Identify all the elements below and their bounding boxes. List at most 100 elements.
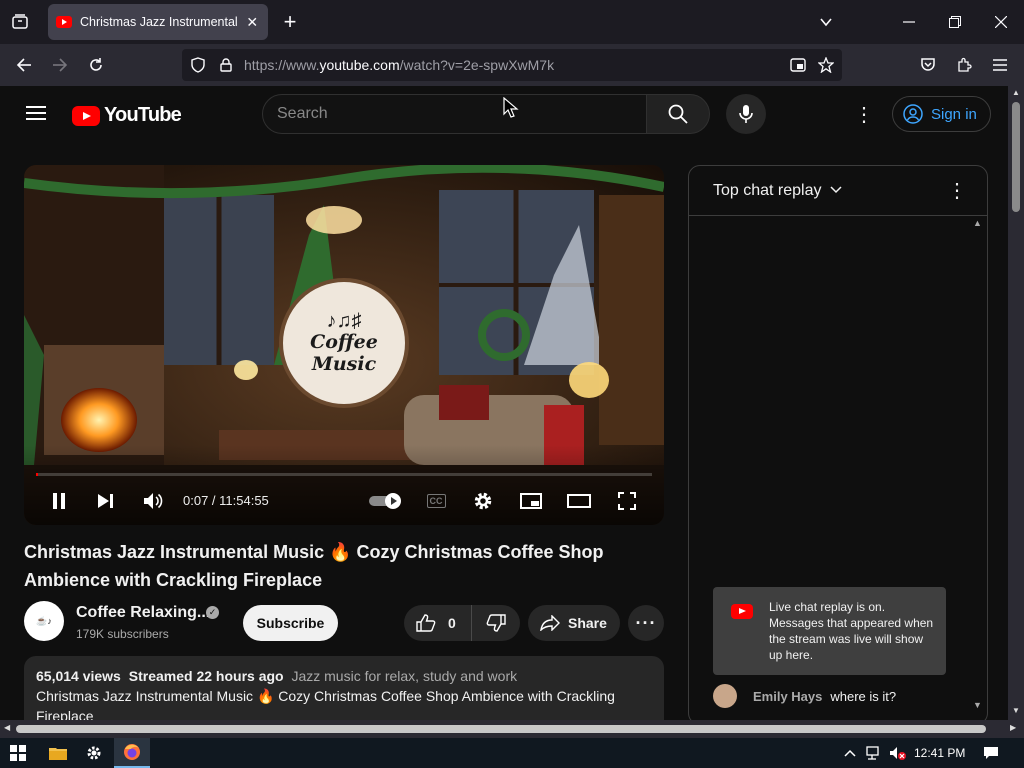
chat-more-icon[interactable]: ⋮: [947, 178, 967, 203]
vertical-scroll-thumb[interactable]: [1012, 102, 1020, 212]
horizontal-scroll-thumb[interactable]: [16, 725, 986, 733]
live-chat-panel: Top chat replay ⋮ ▲ Live chat replay is …: [688, 165, 988, 720]
page-horizontal-scrollbar[interactable]: ◀ ▶: [0, 720, 1024, 738]
theater-mode-icon[interactable]: [567, 489, 591, 513]
more-horizontal-icon: ···: [635, 612, 657, 633]
video-title: Christmas Jazz Instrumental Music 🔥 Cozy…: [24, 542, 604, 590]
chat-scroll-down-icon[interactable]: ▼: [973, 700, 982, 710]
show-hidden-icons-icon[interactable]: [838, 738, 862, 768]
network-icon[interactable]: [862, 738, 886, 768]
forward-icon[interactable]: [46, 51, 74, 79]
subtitles-cc-label: CC: [426, 494, 446, 508]
taskbar-clock[interactable]: 12:41 PM: [914, 746, 965, 760]
miniplayer-icon[interactable]: [519, 489, 543, 513]
app-menu-icon[interactable]: [986, 51, 1014, 79]
share-button[interactable]: Share: [528, 605, 620, 641]
windows-start-icon[interactable]: [0, 738, 36, 768]
microphone-icon: [739, 105, 753, 123]
close-window-icon[interactable]: [987, 8, 1015, 36]
back-icon[interactable]: [10, 51, 38, 79]
sign-in-label: Sign in: [931, 105, 977, 123]
url-text[interactable]: https://www.youtube.com/watch?v=2e-spwXw…: [244, 57, 554, 73]
lock-icon[interactable]: [212, 51, 240, 79]
subscriber-count: 179K subscribers: [76, 627, 169, 641]
firefox-taskbar-icon[interactable]: [114, 738, 150, 768]
scroll-down-arrow-icon[interactable]: ▼: [1012, 706, 1020, 715]
youtube-logo[interactable]: YouTube: [72, 104, 182, 127]
share-label: Share: [568, 615, 607, 631]
settings-more-icon[interactable]: ⋮: [850, 100, 878, 128]
subtitles-button[interactable]: CC: [424, 489, 448, 513]
like-button[interactable]: 0: [404, 605, 472, 641]
volume-muted-icon[interactable]: [886, 738, 910, 768]
search-button[interactable]: [646, 94, 710, 134]
pocket-icon[interactable]: [914, 51, 942, 79]
search-input[interactable]: [277, 105, 617, 123]
next-video-icon[interactable]: [94, 489, 118, 513]
page-vertical-scrollbar[interactable]: ▲ ▼: [1008, 86, 1024, 720]
description-box[interactable]: 65,014 views Streamed 22 hours ago Jazz …: [24, 656, 664, 720]
settings-gear-taskbar-icon[interactable]: [76, 738, 112, 768]
chat-header: Top chat replay ⋮: [689, 166, 987, 216]
settings-gear-icon[interactable]: [471, 489, 495, 513]
progress-fill: [36, 473, 38, 476]
tab-close-icon[interactable]: ✕: [245, 14, 260, 31]
sign-in-button[interactable]: Sign in: [892, 96, 991, 132]
video-player[interactable]: ♪♫♯ Coffee Music 0:07 / 11:54:55 CC: [24, 165, 664, 525]
scroll-up-arrow-icon[interactable]: ▲: [1012, 88, 1020, 97]
youtube-wordmark: YouTube: [104, 104, 182, 126]
search-box[interactable]: [262, 94, 648, 134]
like-count: 0: [448, 615, 456, 631]
scroll-left-arrow-icon[interactable]: ◀: [4, 723, 10, 732]
reload-icon[interactable]: [82, 51, 110, 79]
account-circle-icon: [903, 104, 923, 124]
progress-bar[interactable]: [36, 473, 652, 476]
thumbs-down-icon: [486, 614, 506, 632]
chat-message-text: where is it?: [830, 688, 897, 704]
description-tagline[interactable]: Jazz music for relax, study and work: [291, 668, 517, 684]
restore-icon[interactable]: [941, 8, 969, 36]
chat-author-avatar[interactable]: [713, 684, 737, 708]
tracking-shield-icon[interactable]: [184, 51, 212, 79]
pause-icon[interactable]: [47, 489, 71, 513]
dislike-button[interactable]: [472, 605, 520, 641]
voice-search-button[interactable]: [726, 94, 766, 134]
chat-scroll-up-icon[interactable]: ▲: [973, 218, 982, 228]
channel-row: ☕♪ Coffee Relaxing... ✓ 179K subscribers…: [24, 600, 664, 644]
new-tab-icon[interactable]: +: [276, 8, 304, 36]
like-dislike-group: 0: [404, 605, 520, 641]
channel-name[interactable]: Coffee Relaxing...: [76, 604, 210, 622]
address-bar[interactable]: https://www.youtube.com/watch?v=2e-spwXw…: [182, 49, 842, 81]
minimize-icon[interactable]: [895, 8, 923, 36]
guide-menu-icon[interactable]: [22, 99, 50, 127]
mouse-pointer-icon: [503, 96, 519, 124]
description-text: Christmas Jazz Instrumental Music 🔥 Cozy…: [36, 688, 615, 720]
chat-mode-dropdown[interactable]: Top chat replay: [713, 182, 842, 200]
scroll-right-arrow-icon[interactable]: ▶: [1010, 723, 1016, 732]
volume-icon[interactable]: [141, 489, 165, 513]
more-actions-button[interactable]: ···: [628, 605, 664, 641]
chat-author-name[interactable]: Emily Hays: [753, 689, 822, 704]
tab-title: Christmas Jazz Instrumental Mu: [80, 15, 241, 29]
windows-taskbar: 12:41 PM: [0, 738, 1024, 768]
youtube-favicon-icon: [56, 16, 72, 28]
thumbs-up-icon: [416, 614, 436, 632]
bookmark-star-icon[interactable]: [812, 51, 840, 79]
notifications-icon[interactable]: [976, 738, 1006, 768]
file-explorer-icon[interactable]: [40, 738, 76, 768]
list-tabs-chevron-icon[interactable]: [812, 8, 840, 36]
tab-overview-icon[interactable]: [6, 8, 34, 36]
browser-tab[interactable]: Christmas Jazz Instrumental Mu ✕: [48, 4, 268, 40]
extensions-puzzle-icon[interactable]: [950, 51, 978, 79]
music-notes-icon: ♪♫♯: [326, 310, 362, 332]
channel-avatar[interactable]: ☕♪: [24, 601, 64, 641]
youtube-logo-icon: [731, 604, 753, 619]
subscribe-button[interactable]: Subscribe: [243, 605, 338, 641]
logo-text-coffee: Coffee: [310, 331, 378, 353]
browser-nav-bar: https://www.youtube.com/watch?v=2e-spwXw…: [0, 44, 1024, 86]
picture-in-picture-toggle-icon[interactable]: [784, 51, 812, 79]
share-arrow-icon: [540, 615, 560, 631]
view-count: 65,014 views: [36, 668, 121, 684]
fullscreen-icon[interactable]: [615, 489, 639, 513]
autoplay-toggle[interactable]: [369, 489, 405, 513]
